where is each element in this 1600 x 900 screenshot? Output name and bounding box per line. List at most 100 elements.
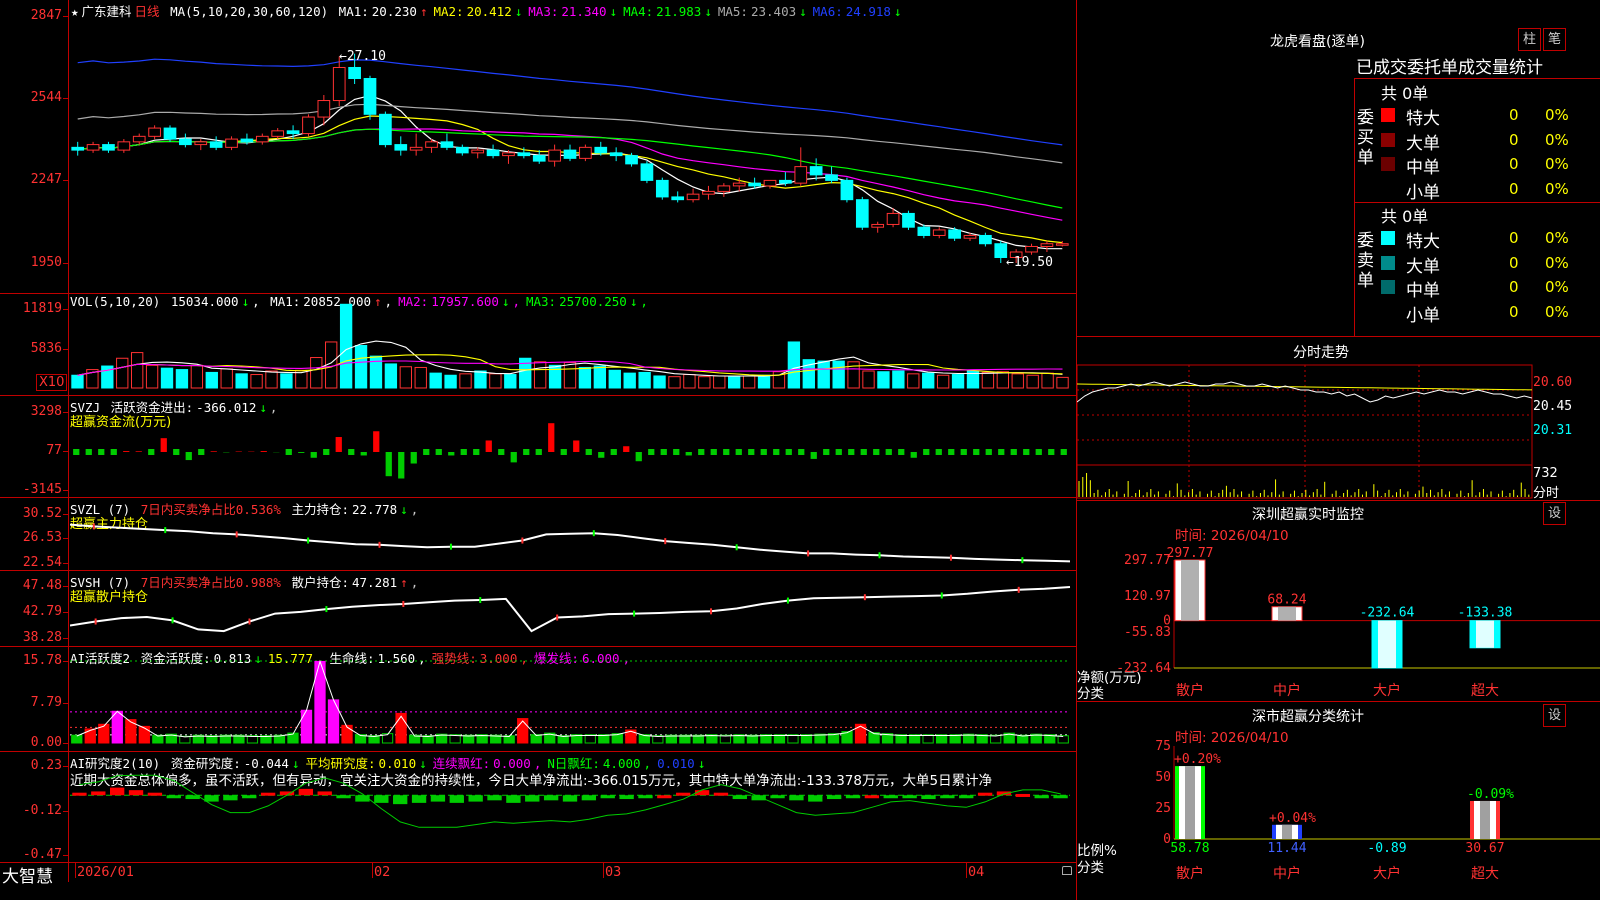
sz-monitor-bar-shade: [1181, 560, 1199, 621]
dragon-tab[interactable]: 已成交: [1356, 58, 1407, 78]
volume-chart[interactable]: [70, 294, 1075, 394]
sz-class-chart[interactable]: 7550250+0.20%58.78散户+0.04%11.44中户-0.89大户…: [1077, 702, 1600, 900]
volume-bar: [250, 374, 263, 389]
volume-bar: [160, 367, 174, 389]
y-tick-label: 1950: [30, 255, 62, 270]
candle-body: [979, 234, 992, 245]
volume-bar: [832, 360, 845, 389]
dragon-tab[interactable]: 委托单: [1407, 58, 1458, 78]
buy_group-row-name: 大单: [1406, 133, 1440, 154]
volume-bar: [862, 370, 875, 389]
sell_group-total: 共 0单: [1381, 207, 1429, 226]
candle-body: [302, 116, 315, 135]
candle-body: [748, 182, 761, 187]
candle-body: [132, 135, 146, 143]
research-bar: [959, 795, 974, 799]
svzj-bar: [985, 449, 992, 455]
brand-label: 大智慧: [2, 867, 53, 887]
svzj-bar: [548, 423, 555, 452]
sz-monitor-panel: 深圳超赢实时监控 设 时间: 2026/04/10 净额(万元) 分类 297.…: [1077, 502, 1600, 702]
sz-class-bar-shade: [1185, 766, 1195, 839]
dragon-tab[interactable]: 统计: [1509, 58, 1543, 78]
date-tick-mark: [372, 862, 373, 878]
research-bar: [166, 795, 181, 799]
sz-class-change: +0.20%: [1174, 752, 1221, 767]
volume-bar: [638, 371, 651, 389]
svzj-bar: [910, 452, 917, 458]
svzj-bar: [398, 452, 405, 479]
intraday-panel[interactable]: 分时走势 732 分时 20.60 20.45 20.31: [1077, 338, 1600, 502]
sell_group-row-count: 0: [1509, 302, 1519, 321]
research-bar: [336, 795, 351, 799]
svzj-bar: [160, 438, 167, 452]
svzj-bar: [410, 452, 417, 464]
svzj-bar: [210, 451, 217, 452]
y-axis-line: [68, 0, 69, 882]
candle-body: [563, 149, 577, 159]
ai-active-chart[interactable]: [70, 647, 1075, 751]
buy_group-row-pct: 0%: [1545, 130, 1569, 149]
sell_group-row-pct: 0%: [1545, 229, 1569, 247]
lock-icon[interactable]: [1062, 866, 1072, 875]
svzj-bar: [710, 449, 717, 455]
research-bar: [638, 795, 653, 799]
research-bar: [940, 795, 955, 799]
activity-bar: [854, 723, 867, 744]
sz-class-value: -0.89: [1367, 841, 1406, 856]
sz-monitor-chart[interactable]: 297.77120.970-55.83-232.64297.77散户68.24中…: [1077, 502, 1600, 702]
candle-body: [902, 212, 915, 228]
y-tick-mark: [63, 743, 68, 744]
svzj-bar: [885, 449, 892, 455]
candle-body: [686, 193, 700, 201]
pen-mode-button[interactable]: 笔: [1543, 28, 1566, 51]
activity-bar: [300, 709, 313, 744]
candlestick-chart[interactable]: [70, 0, 1075, 292]
svzj-bar: [923, 449, 930, 455]
sz-monitor-bar-shade: [1476, 620, 1494, 648]
svsh-chart[interactable]: [70, 571, 1075, 646]
y-tick-label: 2247: [30, 172, 62, 187]
y-tick-label: 47.48: [22, 578, 62, 593]
activity-bar: [111, 710, 123, 744]
svzj-bar: [635, 452, 642, 462]
svzl-chart[interactable]: [70, 498, 1075, 570]
svzj-bar: [385, 452, 392, 477]
research-bar: [732, 795, 747, 800]
volume-bar: [787, 341, 801, 389]
volume-bar: [444, 374, 457, 389]
buy_group-row-pct: 0%: [1545, 106, 1569, 124]
buy_group-row-name: 特大: [1406, 109, 1440, 129]
sell_group-row-name: 大单: [1406, 256, 1440, 277]
svzj-bar: [185, 452, 192, 461]
candle-body: [640, 163, 654, 181]
svzj-bar: [785, 449, 792, 455]
svzj-bar: [485, 440, 492, 452]
research-bar: [525, 795, 540, 802]
buy_group-swatch: [1381, 108, 1395, 122]
candle-body: [948, 229, 961, 239]
intraday-vol-tick: 732: [1533, 466, 1558, 481]
volume-bar: [533, 361, 547, 389]
candle-body: [779, 179, 792, 184]
candle-body: [579, 146, 592, 159]
ai-research-chart[interactable]: [70, 752, 1075, 862]
bar-mode-button[interactable]: 柱: [1518, 28, 1541, 51]
candle-body: [486, 149, 500, 157]
candle-body: [1040, 243, 1054, 247]
candle-body: [871, 223, 885, 228]
volume-bar: [1056, 376, 1069, 389]
intraday-chart[interactable]: [1077, 362, 1535, 500]
candle-body: [455, 146, 469, 154]
research-bar: [393, 795, 408, 805]
volume-bar: [235, 373, 248, 389]
candle-body: [655, 179, 669, 198]
dragon-tab[interactable]: 成交量: [1458, 58, 1509, 78]
svzj-chart[interactable]: [70, 396, 1075, 496]
svzj-bar: [148, 449, 155, 455]
y-tick-mark: [63, 16, 68, 17]
left-chart-area[interactable]: ★ 广东建科 日线 MA(5,10,20,30,60,120) MA1: 20.230…: [0, 0, 1076, 887]
sell_group-row-count: 0: [1509, 278, 1519, 296]
candle-body: [502, 152, 515, 157]
volume-bar: [265, 370, 278, 389]
research-bar: [223, 795, 238, 801]
